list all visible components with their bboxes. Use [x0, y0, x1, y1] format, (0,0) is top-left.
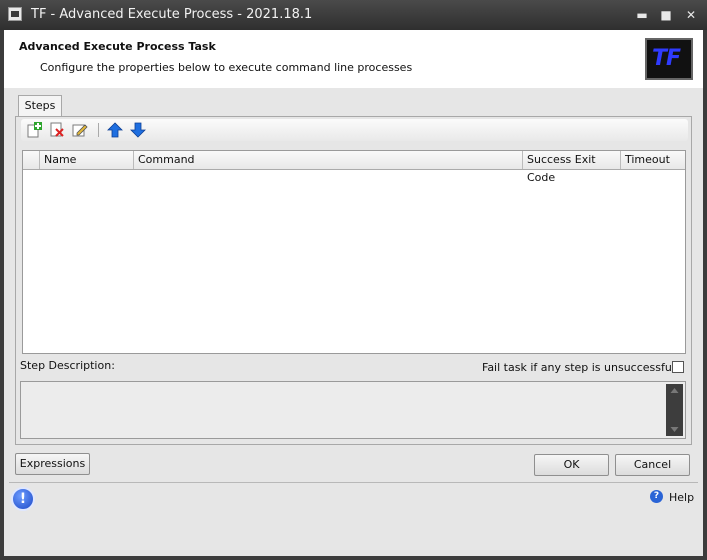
close-button[interactable]: ✕ [681, 6, 701, 24]
expressions-button[interactable]: Expressions [15, 453, 90, 475]
cancel-button[interactable]: Cancel [615, 454, 690, 476]
tf-logo: TF [645, 38, 693, 80]
column-header-command[interactable]: Command [133, 151, 522, 169]
steps-grid[interactable]: Name Command Success Exit Code Timeout [22, 150, 686, 354]
window-title: TF - Advanced Execute Process - 2021.18.… [31, 7, 313, 22]
step-description-field[interactable] [20, 381, 686, 439]
task-subtitle: Configure the properties below to execut… [40, 61, 413, 74]
task-title: Advanced Execute Process Task [19, 40, 216, 53]
add-step-icon[interactable] [26, 122, 42, 138]
dialog-window: TF - Advanced Execute Process - 2021.18.… [0, 0, 707, 560]
move-down-icon[interactable] [130, 122, 146, 138]
minimize-button[interactable]: ▬ [632, 6, 652, 24]
dialog-content: Advanced Execute Process Task Configure … [4, 30, 703, 556]
fail-task-checkbox[interactable] [672, 361, 684, 373]
row-selector-header [23, 151, 39, 169]
help-link[interactable]: Help [669, 491, 694, 504]
column-header-timeout[interactable]: Timeout [620, 151, 685, 169]
description-scrollbar[interactable] [666, 384, 683, 436]
help-icon[interactable]: ? [650, 490, 663, 503]
move-up-icon[interactable] [107, 122, 123, 138]
ok-button[interactable]: OK [534, 454, 609, 476]
grid-header: Name Command Success Exit Code Timeout [23, 151, 685, 184]
app-icon [8, 7, 22, 21]
steps-toolbar [21, 119, 688, 141]
column-header-success-exit-code[interactable]: Success Exit Code [522, 151, 620, 184]
column-header-name[interactable]: Name [39, 151, 133, 169]
maximize-button[interactable]: ■ [656, 6, 676, 24]
scrollbar-arrows-icon [670, 388, 679, 432]
edit-step-icon[interactable] [72, 122, 88, 138]
delete-step-icon[interactable] [49, 122, 65, 138]
fail-task-label: Fail task if any step is unsuccessful [482, 361, 675, 374]
logo-text: TF [652, 46, 681, 71]
title-bar[interactable]: TF - Advanced Execute Process - 2021.18.… [0, 0, 707, 30]
footer-separator [9, 482, 698, 483]
header-panel: Advanced Execute Process Task Configure … [4, 30, 703, 88]
toolbar-separator [98, 123, 99, 137]
info-icon[interactable]: ! [11, 487, 35, 511]
step-description-label: Step Description: [20, 359, 115, 372]
steps-tab-panel: Name Command Success Exit Code Timeout S… [15, 116, 692, 445]
tab-steps[interactable]: Steps [18, 95, 62, 117]
